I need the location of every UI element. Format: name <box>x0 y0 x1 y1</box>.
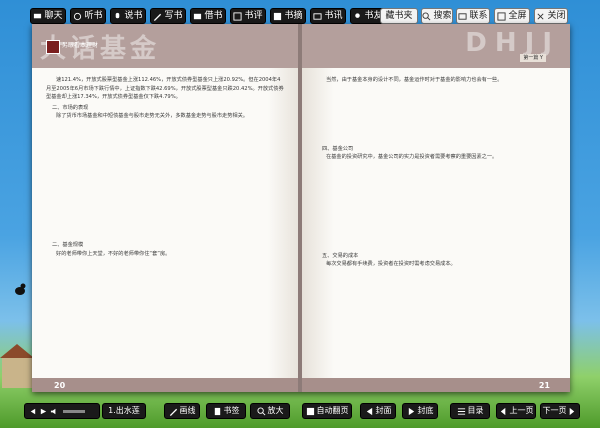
zoom-in-button[interactable]: 放大 <box>250 403 290 419</box>
next-page-button[interactable]: 下一页 <box>540 403 580 419</box>
fullscreen-icon <box>497 11 507 21</box>
track-label[interactable]: 1.出水莲 <box>102 403 146 419</box>
narrate-button[interactable]: 说书 <box>110 8 146 24</box>
review-icon <box>233 11 243 21</box>
play-icon[interactable] <box>39 407 48 416</box>
bottom-toolbar: 1.出水莲 画线 书签 放大 自动翻页 封面 封底 目录 上一页 下一页 <box>0 398 600 428</box>
search-button[interactable]: 搜索 <box>421 8 453 24</box>
front-cover-button[interactable]: 封面 <box>360 403 396 419</box>
listen-button[interactable]: 听书 <box>70 8 106 24</box>
page-number-right: 21 <box>538 381 550 390</box>
book-icon <box>193 12 202 21</box>
excerpt-icon <box>273 12 282 21</box>
bookmark-icon <box>213 407 222 416</box>
excerpt-button[interactable]: 书摘 <box>270 8 306 24</box>
cover-icon <box>365 407 374 416</box>
house-icon <box>0 344 34 388</box>
draw-line-button[interactable]: 画线 <box>164 403 200 419</box>
right-page-text: 当然，由于基金本身的设计不同，基金运作时对于基金的影响力也会有一些。 四、基金公… <box>316 76 554 269</box>
arrow-left-icon <box>499 407 508 416</box>
paragraph: 速121.4%，开放式股票型基金上涨112.46%，开放式债券型基金只上涨20.… <box>46 77 284 101</box>
chat-button[interactable]: 聊天 <box>30 8 66 24</box>
close-button[interactable]: 关闭 <box>534 8 568 24</box>
volume-slider[interactable] <box>63 409 85 413</box>
bookshelf-button[interactable]: 藏书夹 <box>380 8 418 24</box>
paragraph: 除了货币市场基金和中短债基金与股市走势无关外，多数基金走势与股市走势相关。 <box>56 113 248 120</box>
left-page-header: 大话基金 另眼看本理财 <box>32 24 300 68</box>
arrow-right-icon <box>567 407 576 416</box>
bookmark-button[interactable]: 书签 <box>206 403 246 419</box>
auto-flip-icon <box>306 407 315 416</box>
audio-player[interactable] <box>24 403 100 419</box>
back-cover-icon <box>407 407 416 416</box>
paragraph: 每次交易都有手续费，投资者在投资时需考虑交易成本。 <box>326 261 456 268</box>
list-icon <box>457 407 466 416</box>
section-heading: 二、基金规模 <box>52 241 84 248</box>
left-page-footer <box>32 378 300 392</box>
mail-icon <box>458 12 468 21</box>
paragraph: 当然，由于基金本身的设计不同，基金运作时对于基金的影响力也会有一些。 <box>326 77 503 83</box>
pen-icon <box>153 12 162 21</box>
news-button[interactable]: 书讯 <box>310 8 346 24</box>
news-icon <box>313 12 323 21</box>
chapter-tag: 第一篇 Y <box>520 54 546 62</box>
right-page[interactable]: DHJJ 第一篇 Y 当然，由于基金本身的设计不同，基金运作时对于基金的影响力也… <box>302 24 570 392</box>
borrow-button[interactable]: 借书 <box>190 8 226 24</box>
zoom-icon <box>256 406 266 416</box>
paragraph: 好的老师带你上天堂，不好的老师带你住“套”房。 <box>56 250 171 257</box>
mic-icon <box>113 12 122 21</box>
review-button[interactable]: 书评 <box>230 8 266 24</box>
left-page-text: 速121.4%，开放式股票型基金上涨112.46%，开放式债券型基金只上涨20.… <box>46 76 284 258</box>
book-spread: 大话基金 另眼看本理财 速121.4%，开放式股票型基金上涨112.46%，开放… <box>32 24 570 392</box>
section-heading: 二、市场的表现 <box>52 104 89 111</box>
auto-flip-button[interactable]: 自动翻页 <box>302 403 352 419</box>
friends-icon <box>353 12 362 21</box>
volume-icon[interactable] <box>50 407 59 416</box>
page-number-left: 20 <box>54 381 66 390</box>
section-heading: 四、基金公司 <box>322 145 354 152</box>
right-page-header: DHJJ 第一篇 Y <box>302 24 570 68</box>
series-title: 另眼看本理财 <box>62 42 99 49</box>
previous-page-button[interactable]: 上一页 <box>496 403 536 419</box>
back-cover-button[interactable]: 封底 <box>402 403 438 419</box>
section-heading: 五、交易的成本 <box>322 252 359 259</box>
right-page-footer <box>302 378 570 392</box>
close-icon <box>536 12 545 21</box>
contents-button[interactable]: 目录 <box>450 403 490 419</box>
headphone-icon <box>73 12 82 21</box>
bird-icon <box>15 283 26 295</box>
series-logo-icon <box>46 40 60 54</box>
pencil-icon <box>169 407 178 416</box>
search-icon <box>422 11 431 21</box>
chat-icon <box>33 12 42 21</box>
paragraph: 在基金的投资研究中，基金公司的实力是投资者需要考察的重要因素之一。 <box>326 154 498 161</box>
contact-button[interactable]: 联系 <box>456 8 490 24</box>
write-button[interactable]: 写书 <box>150 8 186 24</box>
fullscreen-button[interactable]: 全屏 <box>494 8 530 24</box>
previous-track-icon[interactable] <box>28 407 37 416</box>
left-page[interactable]: 大话基金 另眼看本理财 速121.4%，开放式股票型基金上涨112.46%，开放… <box>32 24 300 392</box>
